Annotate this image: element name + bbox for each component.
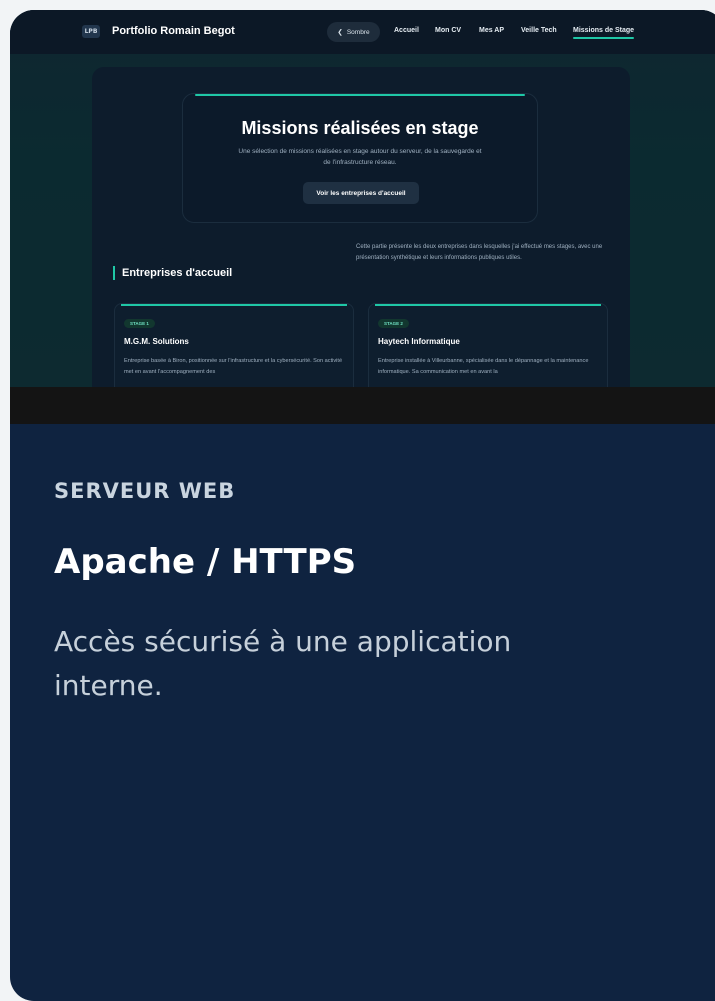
company-card: STAGE 1 M.G.M. Solutions Entreprise basé… (114, 303, 354, 387)
nav-link-accueil: Accueil (394, 27, 419, 34)
company-description: Entreprise installée à Villeurbanne, spé… (378, 358, 589, 375)
nav-link-mes-ap: Mes AP (479, 27, 505, 34)
chevron-left-icon: ❮ (337, 29, 343, 36)
preview-navbar: LPB Portfolio Romain Begot ❮ Sombre Accu… (10, 10, 715, 54)
brand-logo: LPB (82, 25, 100, 38)
screenshot-preview: LPB Portfolio Romain Begot ❮ Sombre Accu… (10, 10, 715, 387)
hero-accent-line (195, 94, 525, 96)
card-description: Accès sécurisé à une application interne… (54, 625, 512, 702)
preview-bottom-band (10, 387, 715, 424)
nav-link-missions-de-stage: Missions de Stage (573, 27, 635, 39)
theme-toggle-button: ❮ Sombre (327, 22, 380, 42)
company-name: M.G.M. Solutions (124, 337, 189, 346)
nav-link-veille-tech: Veille Tech (521, 27, 557, 34)
stage-badge: STAGE 2 (378, 319, 409, 328)
section-title: Entreprises d'accueil (113, 266, 232, 280)
company-name: Haytech Informatique (378, 337, 460, 346)
hero-button: Voir les entreprises d'accueil (303, 182, 419, 204)
company-card-accent (375, 304, 601, 306)
nav-link-mon-cv: Mon CV (435, 27, 462, 34)
card-title: Apache / HTTPS (54, 542, 357, 582)
hero-title: Missions réalisées en stage (241, 118, 479, 138)
project-card[interactable]: LPB Portfolio Romain Begot ❮ Sombre Accu… (10, 10, 715, 1001)
preview-hero: Missions réalisées en stage Une sélectio… (182, 93, 538, 223)
section-description: Cette partie présente les deux entrepris… (356, 244, 603, 261)
company-description: Entreprise basée à Biron, positionnée su… (124, 358, 343, 375)
hero-subtitle: Une sélection de missions réalisées en s… (238, 148, 482, 166)
brand-name: Portfolio Romain Begot (112, 25, 235, 37)
company-card: STAGE 2 Haytech Informatique Entreprise … (368, 303, 608, 387)
card-category: SERVEUR WEB (54, 479, 236, 503)
company-card-accent (121, 304, 347, 306)
stage-badge: STAGE 1 (124, 319, 155, 328)
theme-toggle-label: Sombre (346, 28, 370, 36)
